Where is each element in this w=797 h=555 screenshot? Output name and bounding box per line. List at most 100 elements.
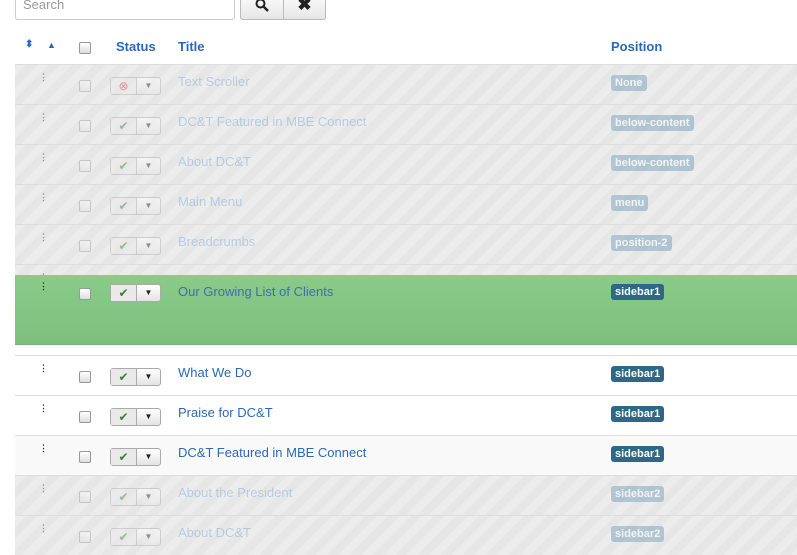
- row-checkbox[interactable]: [79, 240, 91, 252]
- module-title-link[interactable]: Praise for DC&T: [178, 405, 273, 420]
- published-check-icon[interactable]: ✔: [111, 118, 137, 134]
- search-input[interactable]: Search: [15, 0, 235, 20]
- drag-handle-icon[interactable]: ⋮: [39, 484, 48, 493]
- published-check-icon[interactable]: ✔: [111, 198, 137, 214]
- module-title-link[interactable]: Breadcrumbs: [178, 234, 255, 249]
- status-toggle[interactable]: ✔ ▼: [110, 368, 161, 386]
- drag-handle-icon[interactable]: ⋮: [39, 193, 48, 202]
- drag-handle-icon[interactable]: ⋮: [39, 444, 48, 453]
- module-title-link[interactable]: Our Growing List of Clients: [178, 284, 333, 299]
- position-badge: sidebar1: [611, 366, 665, 382]
- module-title-link[interactable]: What We Do: [178, 365, 251, 380]
- caret-down-icon[interactable]: ▼: [137, 409, 160, 425]
- row-checkbox[interactable]: [79, 200, 91, 212]
- module-title-link[interactable]: DC&T Featured in MBE Connect: [178, 114, 366, 129]
- module-title-link[interactable]: About the President: [178, 485, 292, 500]
- table-row: ⋮ ✔ ▼ Main Menu menu: [15, 184, 797, 224]
- module-title-link[interactable]: Text Scroller: [178, 74, 250, 89]
- module-title-link[interactable]: Main Menu: [178, 194, 242, 209]
- drag-handle-icon[interactable]: ⋮: [39, 364, 48, 373]
- row-checkbox[interactable]: [79, 491, 91, 503]
- drag-handle-icon[interactable]: ⋮: [39, 153, 48, 162]
- status-toggle[interactable]: ✔ ▼: [110, 117, 161, 135]
- position-badge: below-content: [611, 115, 694, 131]
- published-check-icon[interactable]: ✔: [111, 369, 137, 385]
- drag-handle-icon[interactable]: ⋮: [39, 404, 48, 413]
- published-check-icon[interactable]: ✔: [111, 409, 137, 425]
- position-badge: sidebar1: [611, 446, 665, 462]
- status-toggle[interactable]: ✔ ▼: [110, 528, 161, 546]
- row-checkbox[interactable]: [79, 160, 91, 172]
- table-row: ⋮ ✔ ▼ What We Do sidebar1: [15, 355, 797, 395]
- clear-button[interactable]: ✖: [283, 0, 326, 20]
- drag-handle-icon[interactable]: ⋮: [39, 113, 48, 122]
- caret-down-icon[interactable]: ▼: [137, 489, 160, 505]
- unpublished-icon[interactable]: ⊗: [111, 78, 137, 94]
- sort-status[interactable]: Status: [116, 39, 156, 54]
- table-row: ⋮ ✔ ▼ About DC&T below-content: [15, 144, 797, 184]
- caret-down-icon[interactable]: ▼: [137, 198, 160, 214]
- module-title-link[interactable]: DC&T Featured in MBE Connect: [178, 445, 366, 460]
- caret-down-icon[interactable]: ▼: [137, 369, 160, 385]
- status-toggle[interactable]: ✔ ▼: [110, 408, 161, 426]
- caret-down-icon[interactable]: ▼: [137, 78, 160, 94]
- row-checkbox[interactable]: [79, 288, 91, 300]
- position-badge: below-content: [611, 155, 694, 171]
- published-check-icon[interactable]: ✔: [111, 529, 137, 545]
- caret-down-icon[interactable]: ▼: [137, 285, 160, 301]
- status-toggle[interactable]: ⊗ ▼: [110, 77, 161, 95]
- select-all-checkbox[interactable]: [79, 42, 91, 54]
- row-checkbox[interactable]: [79, 120, 91, 132]
- row-checkbox[interactable]: [79, 80, 91, 92]
- caret-down-icon[interactable]: ▼: [137, 118, 160, 134]
- status-toggle[interactable]: ✔ ▼: [110, 197, 161, 215]
- caret-down-icon[interactable]: ▼: [137, 238, 160, 254]
- close-icon: ✖: [297, 0, 312, 14]
- published-check-icon[interactable]: ✔: [111, 238, 137, 254]
- published-check-icon[interactable]: ✔: [111, 489, 137, 505]
- status-toggle[interactable]: ✔ ▼: [110, 157, 161, 175]
- position-badge: sidebar2: [611, 526, 665, 542]
- caret-down-icon[interactable]: ▼: [137, 158, 160, 174]
- table-row: ⋮ ✔ ▼ About the President sidebar2: [15, 475, 797, 515]
- drag-handle-icon[interactable]: ⋮: [39, 524, 48, 533]
- table-row: ⋮ ✔ ▼ Breadcrumbs position-2: [15, 224, 797, 264]
- status-toggle[interactable]: ✔ ▼: [110, 488, 161, 506]
- status-toggle[interactable]: ✔ ▼: [110, 284, 161, 302]
- caret-down-icon[interactable]: ▼: [137, 449, 160, 465]
- sort-asc-icon[interactable]: ▲: [47, 40, 56, 50]
- search-icon: [255, 0, 269, 12]
- position-badge: menu: [611, 195, 649, 211]
- sort-title[interactable]: Title: [178, 39, 205, 54]
- published-check-icon[interactable]: ✔: [111, 285, 137, 301]
- position-badge: sidebar1: [611, 406, 665, 422]
- published-check-icon[interactable]: ✔: [111, 158, 137, 174]
- status-toggle[interactable]: ✔ ▼: [110, 448, 161, 466]
- published-check-icon[interactable]: ✔: [111, 449, 137, 465]
- drag-handle-icon[interactable]: ⋮: [39, 282, 48, 291]
- position-badge: position-2: [611, 235, 672, 251]
- position-badge: sidebar2: [611, 486, 665, 502]
- position-badge: None: [611, 75, 647, 91]
- status-toggle[interactable]: ✔ ▼: [110, 237, 161, 255]
- row-checkbox[interactable]: [79, 451, 91, 463]
- drag-handle-icon[interactable]: ⋮: [39, 233, 48, 242]
- sort-position[interactable]: Position: [611, 39, 662, 54]
- table-row: ⋮ ✔ ▼ About DC&T sidebar2: [15, 515, 797, 555]
- search-button[interactable]: [240, 0, 284, 20]
- drag-handle-icon[interactable]: ⋮: [39, 73, 48, 82]
- caret-down-icon[interactable]: ▼: [137, 529, 160, 545]
- row-checkbox[interactable]: [79, 531, 91, 543]
- table-header: ⬍ ▲ Status Title Position: [15, 30, 797, 65]
- module-title-link[interactable]: About DC&T: [178, 525, 251, 540]
- table-row: ⋮ ✔ ▼ Praise for DC&T sidebar1: [15, 395, 797, 435]
- row-checkbox[interactable]: [79, 411, 91, 423]
- position-badge: sidebar1: [611, 284, 665, 300]
- module-title-link[interactable]: About DC&T: [178, 154, 251, 169]
- table-row: ⋮ ✔ ▼ DC&T Featured in MBE Connect below…: [15, 104, 797, 144]
- sort-ordering-icon[interactable]: ⬍: [25, 39, 33, 50]
- table-row: ⋮ ✔ ▼ DC&T Featured in MBE Connect sideb…: [15, 435, 797, 475]
- table-row: ⋮ ⊗ ▼ Text Scroller None: [15, 64, 797, 104]
- row-checkbox[interactable]: [79, 371, 91, 383]
- drag-helper-row[interactable]: ⋮ ✔ ▼ Our Growing List of Clients sideba…: [15, 275, 797, 345]
